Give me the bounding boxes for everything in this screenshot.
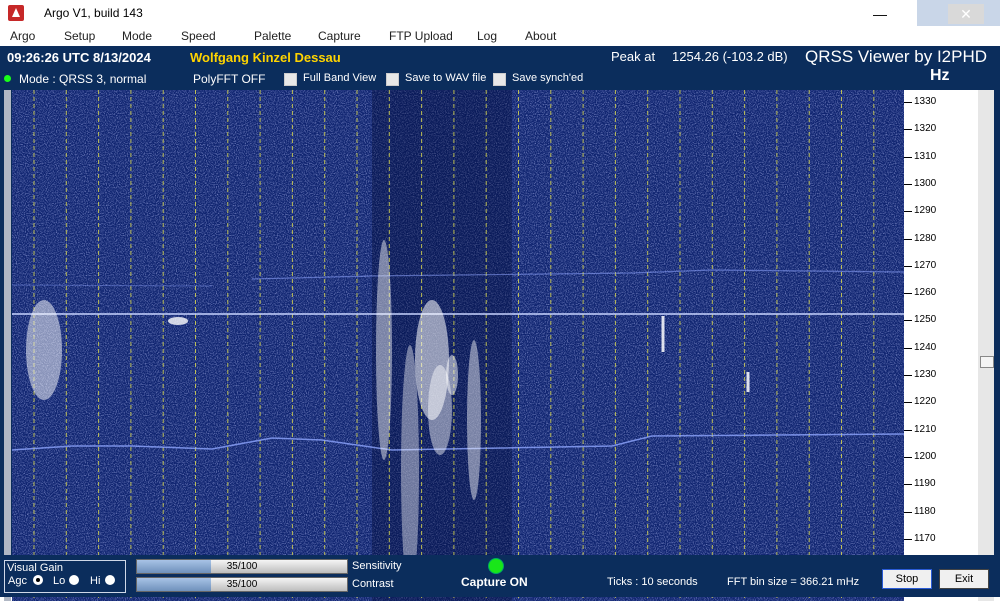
sensitivity-label: Sensitivity bbox=[352, 560, 402, 572]
argo-app-icon bbox=[8, 5, 24, 21]
sensitivity-value: 35/100 bbox=[226, 561, 258, 572]
peak-label: Peak at bbox=[611, 49, 656, 64]
close-window-button[interactable]: ✕ bbox=[948, 4, 984, 24]
station-name: Wolfgang Kinzel Dessau bbox=[190, 50, 341, 65]
freq-tick bbox=[904, 456, 912, 458]
menu-log[interactable]: Log bbox=[477, 29, 497, 43]
freq-tick bbox=[904, 183, 912, 185]
signal-spot bbox=[168, 317, 188, 325]
utc-clock: 09:26:26 UTC 8/13/2024 bbox=[7, 50, 151, 65]
save-synched-checkbox[interactable] bbox=[493, 73, 506, 86]
freq-tick bbox=[904, 293, 912, 295]
signal-burst-4 bbox=[467, 340, 481, 500]
exit-button[interactable]: Exit bbox=[939, 569, 989, 589]
freq-tick bbox=[904, 265, 912, 267]
menu-about[interactable]: About bbox=[525, 29, 556, 43]
freq-label: 1300 bbox=[914, 177, 937, 189]
menu-setup[interactable]: Setup bbox=[64, 29, 95, 43]
freq-tick bbox=[904, 484, 912, 486]
full-band-view-checkbox[interactable] bbox=[284, 73, 297, 86]
freq-tick bbox=[904, 129, 912, 131]
contrast-slider[interactable]: 35/100 bbox=[136, 577, 348, 592]
scrollbar-thumb[interactable] bbox=[980, 356, 994, 368]
freq-label: 1290 bbox=[914, 205, 937, 217]
capture-status: Capture ON bbox=[461, 575, 528, 589]
freq-label: 1190 bbox=[914, 478, 936, 490]
full-band-view-label: Full Band View bbox=[303, 72, 377, 84]
status-led-icon bbox=[4, 75, 11, 82]
frequency-unit: Hz bbox=[930, 67, 950, 84]
freq-tick bbox=[904, 402, 912, 404]
window-title: Argo V1, build 143 bbox=[44, 6, 143, 20]
freq-label: 1280 bbox=[914, 232, 937, 244]
minimize-button[interactable]: — bbox=[862, 4, 898, 24]
contrast-label: Contrast bbox=[352, 578, 394, 590]
freq-tick bbox=[904, 238, 912, 240]
sensitivity-slider[interactable]: 35/100 bbox=[136, 559, 348, 574]
freq-label: 1260 bbox=[914, 287, 937, 299]
lo-radio[interactable] bbox=[69, 575, 79, 585]
freq-tick bbox=[904, 211, 912, 213]
agc-label: Agc bbox=[8, 575, 27, 587]
mode-indicator[interactable]: Mode : QRSS 3, normal bbox=[19, 72, 146, 86]
hi-label: Hi bbox=[90, 575, 101, 587]
freq-tick bbox=[904, 320, 912, 322]
visual-gain-label: Visual Gain bbox=[7, 562, 64, 574]
signal-drift-1 bbox=[376, 240, 392, 460]
freq-label: 1270 bbox=[914, 259, 937, 271]
save-wav-checkbox[interactable] bbox=[386, 73, 399, 86]
signal-burst-1-core bbox=[26, 300, 62, 400]
frequency-scale: 1330 1320 1310 1300 1290 1280 1270 1260 1250 1240… bbox=[904, 90, 978, 601]
bottom-control-bar: Visual Gain Agc Lo Hi 35/100 Sensitivity… bbox=[0, 555, 1000, 597]
polyfft-indicator[interactable]: PolyFFT OFF bbox=[193, 72, 265, 86]
save-wav-label: Save to WAV file bbox=[405, 72, 487, 84]
spectrogram-display[interactable]: 09:22:0009:22:1009:22:2009:22:3009:22:40… bbox=[12, 90, 904, 601]
freq-label: 1240 bbox=[914, 341, 937, 353]
waterfall-canvas: 09:22:0009:22:1009:22:2009:22:3009:22:40… bbox=[12, 90, 904, 601]
freq-label: 1220 bbox=[914, 396, 937, 408]
freq-tick bbox=[904, 538, 912, 540]
stop-button[interactable]: Stop bbox=[882, 569, 932, 589]
freq-label: 1310 bbox=[914, 150, 937, 162]
freq-label: 1200 bbox=[914, 450, 937, 462]
capture-led-icon bbox=[488, 558, 504, 574]
fft-bin-size: FFT bin size = 366.21 mHz bbox=[727, 576, 860, 588]
menu-speed[interactable]: Speed bbox=[181, 29, 216, 43]
freq-tick bbox=[904, 347, 912, 349]
freq-label: 1250 bbox=[914, 314, 937, 326]
freq-tick bbox=[904, 429, 912, 431]
freq-label: 1230 bbox=[914, 369, 937, 380]
freq-label: 1330 bbox=[914, 96, 937, 107]
ticks-info: Ticks : 10 seconds bbox=[607, 576, 698, 588]
freq-tick bbox=[904, 511, 912, 513]
vertical-scrollbar[interactable] bbox=[978, 90, 994, 601]
freq-label: 1170 bbox=[914, 532, 936, 544]
menu-palette[interactable]: Palette bbox=[254, 29, 291, 43]
freq-label: 1210 bbox=[914, 423, 937, 435]
contrast-value: 35/100 bbox=[226, 579, 258, 590]
freq-label: 1320 bbox=[914, 123, 937, 135]
peak-value: 1254.26 (-103.2 dB) bbox=[672, 49, 788, 64]
menu-ftp-upload[interactable]: FTP Upload bbox=[389, 29, 453, 43]
menu-capture[interactable]: Capture bbox=[318, 29, 361, 43]
hi-radio[interactable] bbox=[105, 575, 115, 585]
save-synched-label: Save synch'ed bbox=[512, 72, 584, 84]
freq-tick bbox=[904, 375, 912, 376]
freq-tick bbox=[904, 102, 912, 103]
signal-burst-5 bbox=[446, 355, 458, 395]
left-level-bar bbox=[4, 90, 11, 601]
lo-label: Lo bbox=[53, 575, 66, 587]
main-panel: 09:26:26 UTC 8/13/2024 Wolfgang Kinzel D… bbox=[0, 46, 1000, 601]
brand-title: QRSS Viewer by I2PHD bbox=[805, 47, 988, 66]
menu-bar: Argo Setup Mode Speed Palette Capture FT… bbox=[0, 26, 1000, 47]
freq-tick bbox=[904, 156, 912, 158]
agc-radio[interactable] bbox=[33, 575, 43, 585]
menu-argo[interactable]: Argo bbox=[10, 29, 35, 43]
menu-mode[interactable]: Mode bbox=[122, 29, 152, 43]
title-bar: Argo V1, build 143 — ✕ bbox=[0, 0, 1000, 26]
freq-label: 1180 bbox=[914, 505, 936, 517]
